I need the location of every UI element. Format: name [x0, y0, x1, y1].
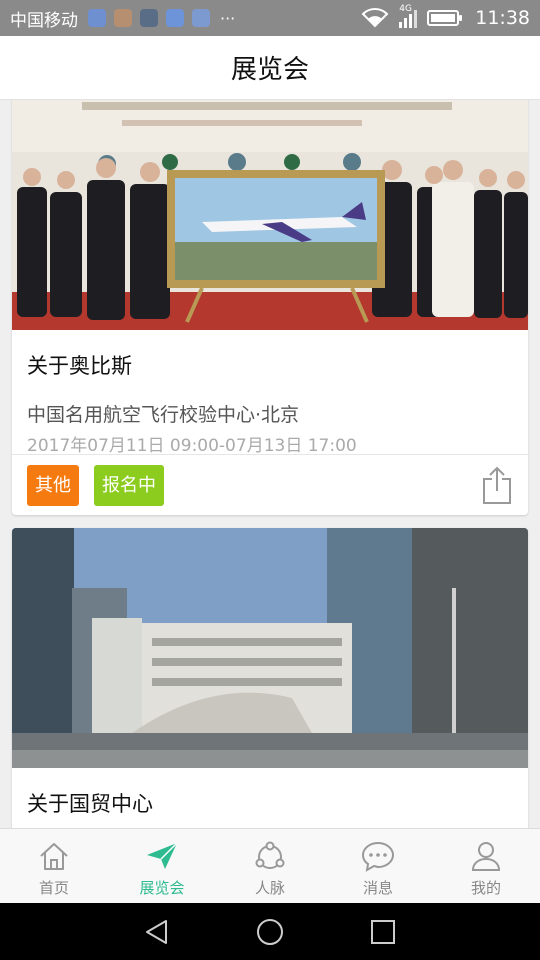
tab-label: 我的: [470, 878, 501, 897]
system-navigation-bar: [0, 903, 540, 960]
exhibition-title: 关于奥比斯: [27, 354, 132, 378]
network-icon: [255, 841, 285, 869]
notification-game-icon: [114, 9, 132, 27]
exhibition-list[interactable]: 关于奥比斯 中国名用航空飞行校验中心·北京 2017年07月11日 09:00-…: [0, 100, 540, 828]
exhibition-card[interactable]: 关于国贸中心: [12, 528, 528, 828]
wifi-icon: [361, 8, 389, 28]
status-bar: 中国移动 ··· 4G 11:38: [0, 0, 540, 36]
notification-chat-icon: [166, 9, 184, 27]
more-notifications-icon: ···: [220, 8, 236, 28]
notification-app-icon: [88, 9, 106, 27]
exhibition-title: 关于国贸中心: [27, 792, 153, 816]
chat-bubble-icon: [361, 841, 395, 872]
home-circle-icon[interactable]: [255, 917, 285, 947]
battery-icon: [427, 10, 463, 26]
page-title: 展览会: [230, 55, 309, 85]
tab-messages[interactable]: 消息: [324, 829, 432, 903]
tab-contacts[interactable]: 人脉: [216, 829, 324, 903]
registration-status-badge: 报名中: [94, 464, 164, 506]
exhibition-cover-image[interactable]: [12, 528, 528, 768]
network-type-label: 4G: [399, 4, 412, 14]
tab-label: 首页: [38, 878, 69, 897]
tab-home[interactable]: 首页: [0, 829, 108, 903]
exhibition-time: 2017年07月11日 09:00-07月13日 17:00: [27, 436, 357, 456]
paper-plane-icon: [147, 841, 178, 869]
home-icon: [40, 842, 68, 870]
exhibition-card[interactable]: 关于奥比斯 中国名用航空飞行校验中心·北京 2017年07月11日 09:00-…: [12, 100, 528, 515]
exhibition-cover-image[interactable]: [12, 100, 528, 330]
clock-label: 11:38: [475, 7, 530, 29]
user-icon: [471, 841, 501, 871]
tab-label: 消息: [362, 878, 393, 897]
bottom-tab-bar: 首页 展览会 人脉 消息 我的: [0, 828, 540, 903]
app-header: 展览会: [0, 36, 540, 100]
carrier-label: 中国移动: [10, 10, 78, 31]
notification-image-icon: [140, 9, 158, 27]
notification-shield-icon: [192, 9, 210, 27]
tab-label: 展览会: [139, 878, 185, 897]
card-footer: 其他 报名中: [12, 455, 528, 515]
share-icon[interactable]: [481, 465, 513, 505]
recent-apps-icon[interactable]: [368, 917, 398, 947]
tab-exhibitions[interactable]: 展览会: [108, 829, 216, 903]
category-tag: 其他: [27, 464, 79, 506]
signal-icon: 4G: [399, 4, 418, 28]
tab-profile[interactable]: 我的: [432, 829, 540, 903]
exhibition-venue: 中国名用航空飞行校验中心·北京: [27, 404, 300, 426]
tab-label: 人脉: [254, 878, 285, 897]
back-icon[interactable]: [142, 917, 172, 947]
